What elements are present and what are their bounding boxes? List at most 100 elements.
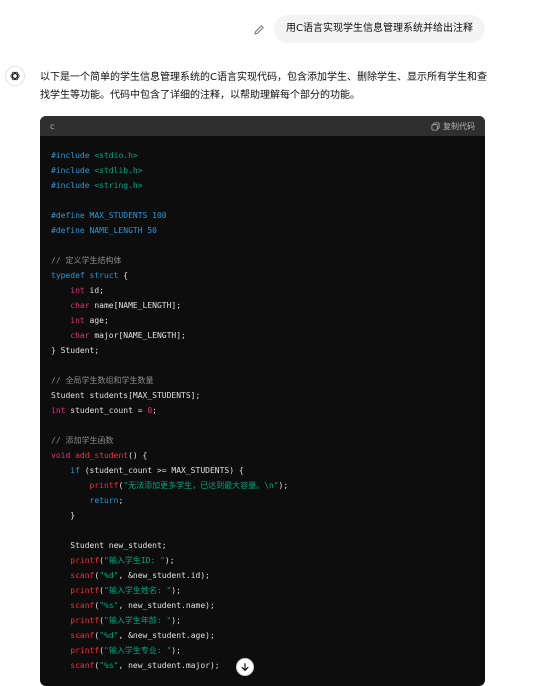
code-line: #define NAME_LENGTH 50 <box>51 223 485 238</box>
code-line: return; <box>51 493 485 508</box>
code-token: ); <box>278 481 289 490</box>
code-token: char <box>70 331 95 340</box>
code-token: major[NAME_LENGTH]; <box>94 331 186 340</box>
code-line: // 全局学生数组和学生数量 <box>51 373 485 388</box>
code-line: printf("无法添加更多学生，已达到最大容量。\n"); <box>51 478 485 493</box>
code-token: printf <box>70 646 100 655</box>
code-token: #include <box>51 181 95 190</box>
code-token: "%d" <box>99 631 119 640</box>
code-line: #include <stdio.h> <box>51 148 485 163</box>
openai-logo-icon <box>5 66 25 86</box>
copy-code-button[interactable]: 复制代码 <box>431 121 475 132</box>
code-token: Student new_student; <box>51 541 167 550</box>
code-token: <string.h> <box>94 181 143 190</box>
code-line: scanf("%d", &new_student.age); <box>51 628 485 643</box>
code-token: ); <box>171 586 181 595</box>
code-token: #include <box>51 166 95 175</box>
code-token: printf <box>89 481 119 490</box>
code-token: printf <box>70 556 100 565</box>
code-token: "%s" <box>99 661 119 670</box>
code-line: } Student; <box>51 343 485 358</box>
assistant-intro-text: 以下是一个简单的学生信息管理系统的C语言实现代码，包含添加学生、删除学生、显示所… <box>40 72 487 101</box>
code-token: int <box>51 406 71 415</box>
code-line: #include <stdlib.h> <box>51 163 485 178</box>
user-message-bubble: 用C语言实现学生信息管理系统并给出注释 <box>274 15 485 43</box>
code-token: char <box>70 301 95 310</box>
code-token: () { <box>128 451 148 460</box>
code-line: char major[NAME_LENGTH]; <box>51 328 485 343</box>
code-line: int age; <box>51 313 485 328</box>
code-token: , new_student.name); <box>118 601 215 610</box>
user-message-row: 用C语言实现学生信息管理系统并给出注释 <box>0 14 541 44</box>
code-line: #define MAX_STUDENTS 100 <box>51 208 485 223</box>
code-token: #include <box>51 151 95 160</box>
code-token: "输入学生ID: " <box>104 556 165 565</box>
code-line: Student new_student; <box>51 538 485 553</box>
code-line: // 定义学生结构体 <box>51 253 485 268</box>
code-token: , new_student.major); <box>118 661 220 670</box>
code-token: ); <box>171 616 181 625</box>
code-line: char name[NAME_LENGTH]; <box>51 298 485 313</box>
arrow-down-icon <box>241 663 249 671</box>
code-token: #define NAME_LENGTH 50 <box>51 226 157 235</box>
code-line: printf("输入学生年龄: "); <box>51 613 485 628</box>
code-line: int id; <box>51 283 485 298</box>
code-token: scanf <box>70 601 95 610</box>
code-line: printf("输入学生ID: "); <box>51 553 485 568</box>
code-line: scanf("%s", new_student.major); <box>51 658 485 673</box>
code-token: ; <box>118 496 124 505</box>
code-block: c 复制代码 #include <stdio.h> #include <stdli… <box>40 116 485 686</box>
code-token: , &new_student.age); <box>118 631 215 640</box>
code-token: "输入学生年龄: " <box>104 616 172 625</box>
code-token: (student_count >= MAX_STUDENTS) { <box>84 466 244 475</box>
code-token: { <box>123 271 129 280</box>
copy-code-label: 复制代码 <box>443 121 475 131</box>
code-line: printf("输入学生姓名: "); <box>51 583 485 598</box>
pencil-icon[interactable] <box>252 22 266 36</box>
code-token: <stdlib.h> <box>94 166 143 175</box>
scroll-down-button[interactable] <box>236 658 254 676</box>
code-token: int <box>70 316 90 325</box>
code-token: ); <box>164 556 175 565</box>
code-token: void <box>51 451 76 460</box>
code-token: scanf <box>70 631 95 640</box>
code-line: } <box>51 508 485 523</box>
code-token: age; <box>89 316 109 325</box>
code-token: #define MAX_STUDENTS 100 <box>51 211 167 220</box>
code-line: printf("输入学生专业: "); <box>51 643 485 658</box>
copy-icon <box>431 121 440 131</box>
code-token: , &new_student.id); <box>118 571 210 580</box>
code-token: // 定义学生结构体 <box>51 256 122 265</box>
code-token: // 添加学生函数 <box>51 436 114 445</box>
code-token: "输入学生姓名: " <box>104 586 172 595</box>
code-line: scanf("%s", new_student.name); <box>51 598 485 613</box>
code-token: Student students[MAX_STUDENTS]; <box>51 391 201 400</box>
code-token: "%s" <box>99 601 119 610</box>
code-token: "%d" <box>99 571 119 580</box>
code-language-label: c <box>50 121 55 131</box>
code-token: ); <box>171 646 181 655</box>
code-line: Student students[MAX_STUDENTS]; <box>51 388 485 403</box>
code-block-header: c 复制代码 <box>40 116 485 136</box>
code-token: ; <box>152 406 157 415</box>
code-token: } <box>51 511 76 520</box>
code-token: printf <box>70 586 100 595</box>
code-line: if (student_count >= MAX_STUDENTS) { <box>51 463 485 478</box>
